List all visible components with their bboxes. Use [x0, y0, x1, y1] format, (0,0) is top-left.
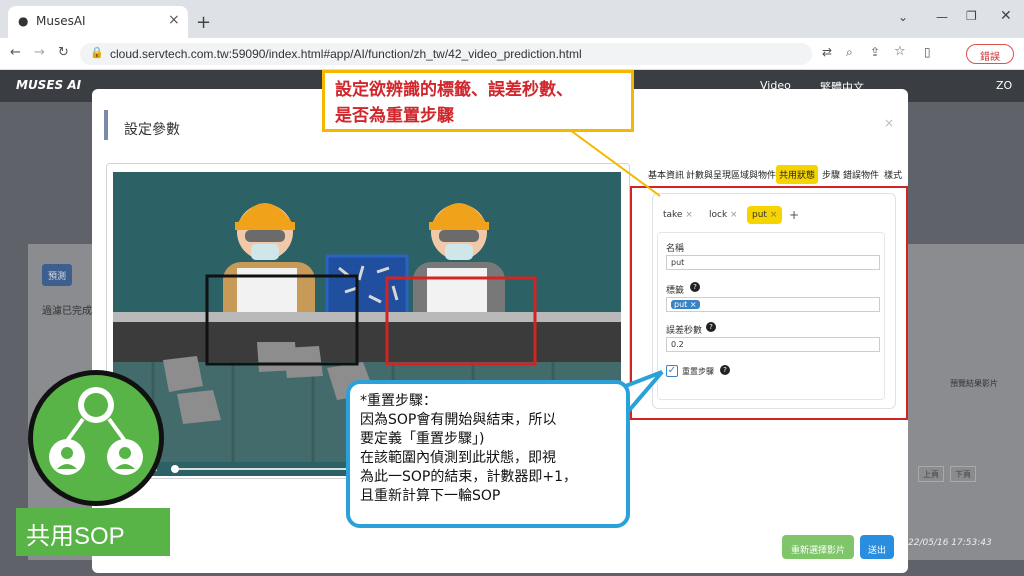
- shared-state-panel: take × lock × put × + 名稱 put 標籤 ? put × …: [652, 193, 896, 409]
- callout-pointer: [569, 130, 661, 197]
- user-menu[interactable]: ZO: [996, 79, 1012, 92]
- lock-icon: 🔒: [90, 47, 104, 59]
- tab-steps[interactable]: 步驟: [822, 168, 840, 181]
- bubble-line1: *重置步驟：: [360, 393, 437, 409]
- prev-page-button[interactable]: 上頁: [918, 466, 944, 482]
- bubble-line2: 因為SOP會有開始與結束，所以: [360, 412, 557, 428]
- bubble-line3: 要定義「重置步驟」): [360, 431, 485, 447]
- progress-handle[interactable]: [171, 465, 179, 473]
- bubble-line4: 在該範圍內偵測到此狀態，即視: [360, 450, 556, 466]
- reset-help-icon[interactable]: ?: [720, 365, 730, 375]
- tab-shared-state[interactable]: 共用狀態: [776, 165, 819, 184]
- favicon-icon: ●: [18, 14, 29, 28]
- share-icon[interactable]: ⇪: [870, 45, 880, 59]
- state-chip-lock[interactable]: lock ×: [709, 210, 738, 220]
- title-accent: [104, 110, 108, 140]
- state-chip-take[interactable]: take ×: [663, 210, 693, 220]
- close-tab-icon[interactable]: ×: [168, 12, 180, 28]
- state-chip-put[interactable]: put ×: [747, 206, 783, 224]
- back-icon[interactable]: ←: [10, 45, 21, 60]
- predict-button[interactable]: 預測: [42, 264, 72, 286]
- close-window-icon[interactable]: ✕: [1000, 8, 1012, 24]
- tab-error-objects[interactable]: 錯誤物件: [843, 168, 879, 181]
- filter-text: 過濾已完成: [42, 306, 92, 317]
- translate-icon[interactable]: ⇄: [822, 45, 832, 59]
- shared-sop-logo: [28, 370, 164, 506]
- tag-help-icon[interactable]: ?: [690, 282, 700, 292]
- reset-step-bubble: *重置步驟： 因為SOP會有開始與結束，所以 要定義「重置步驟」) 在該範圍內偵…: [346, 380, 630, 528]
- error-button[interactable]: 錯誤: [966, 44, 1014, 64]
- tab-title: MusesAI: [36, 14, 86, 28]
- zoom-icon[interactable]: ⌕: [846, 45, 853, 60]
- minimize-icon[interactable]: —: [936, 10, 948, 24]
- new-tab-icon[interactable]: +: [196, 12, 211, 33]
- name-label: 名稱: [666, 244, 685, 254]
- modal-close-icon[interactable]: ×: [884, 116, 894, 130]
- tag-chip: put ×: [671, 300, 700, 309]
- bookmark-icon[interactable]: ☆: [894, 44, 906, 59]
- submit-button[interactable]: 送出: [860, 535, 894, 559]
- top-callout: 設定欲辨識的標籤、誤差秒數、 是否為重置步驟: [322, 70, 634, 132]
- settings-tabs: 基本資訊 計數與呈現區域與物件 共用狀態 步驟 錯誤物件 樣式: [646, 165, 908, 184]
- bubble-line6: 且重新計算下一輪SOP: [360, 488, 501, 504]
- tag-select[interactable]: put ×: [666, 297, 880, 312]
- tolerance-label: 誤差秒數: [666, 326, 703, 336]
- bubble-line5: 為此一SOP的結束，計數器即+1，: [360, 469, 577, 485]
- timestamp: 22/05/16 17:53:43: [908, 538, 992, 548]
- tolerance-help-icon[interactable]: ?: [706, 322, 716, 332]
- reset-label: 重置步驟: [682, 367, 714, 376]
- browser-tab[interactable]: ● MusesAI ×: [8, 6, 188, 38]
- restore-icon[interactable]: ❐: [966, 9, 977, 23]
- url-text: cloud.servtech.com.tw:59090/index.html#a…: [110, 47, 582, 61]
- tab-style[interactable]: 樣式: [884, 168, 902, 181]
- tag-label: 標籤: [666, 286, 685, 296]
- state-form: 名稱 put 標籤 ? put × 誤差秒數 ? 0.2 ✓ 重置步驟 ?: [657, 232, 885, 400]
- next-page-button[interactable]: 下頁: [950, 466, 976, 482]
- progress-track[interactable]: [171, 468, 351, 470]
- sidebar-icon[interactable]: ▯: [924, 45, 931, 59]
- top-callout-line1: 設定欲辨識的標籤、誤差秒數、: [335, 80, 573, 100]
- tab-count-region[interactable]: 計數與呈現區域與物件: [686, 168, 776, 181]
- reload-icon[interactable]: ↻: [58, 45, 69, 60]
- tab-search-icon[interactable]: ⌄: [898, 10, 908, 24]
- top-callout-line2: 是否為重置步驟: [335, 106, 454, 126]
- forward-icon[interactable]: →: [34, 45, 45, 60]
- people-network-icon: [49, 387, 143, 475]
- app-logo: MUSES AI: [16, 78, 82, 92]
- modal-title: 設定參數: [124, 122, 180, 138]
- reselect-video-button[interactable]: 重新選擇影片: [782, 535, 854, 559]
- address-bar: ← → ↻ 🔒 cloud.servtech.com.tw:59090/inde…: [0, 38, 1024, 70]
- sop-label: 共用SOP: [16, 508, 170, 556]
- url-field[interactable]: 🔒 cloud.servtech.com.tw:59090/index.html…: [80, 43, 812, 65]
- name-input[interactable]: put: [666, 255, 880, 270]
- add-state-icon[interactable]: +: [789, 208, 799, 222]
- tolerance-input[interactable]: 0.2: [666, 337, 880, 352]
- preview-column: 預覽結果影片: [950, 379, 998, 388]
